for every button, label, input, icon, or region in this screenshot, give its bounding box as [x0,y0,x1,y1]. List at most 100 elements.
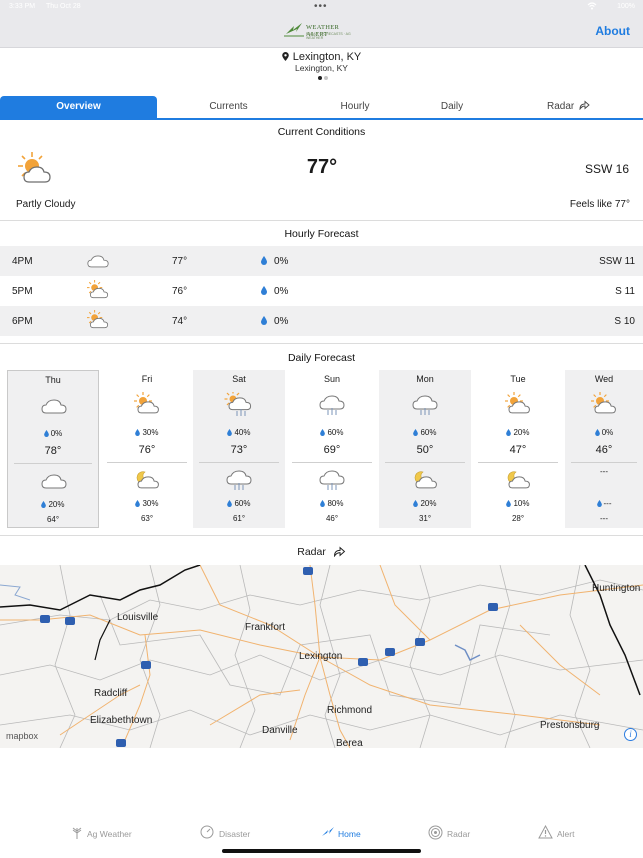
tab-overview[interactable]: Overview [0,96,157,118]
mapbox-attribution[interactable]: mapbox [6,731,38,741]
daily-column[interactable]: Fri 30% 76° 30% 63° [101,370,193,528]
location-subtitle: Lexington, KY [295,63,348,73]
partly-cloudy-day-icon [87,310,109,329]
daily-night-precip: 60% [234,499,251,508]
rain-cloud-icon [226,470,252,490]
multitask-dots[interactable]: ••• [314,1,328,12]
current-conditions-title: Current Conditions [277,126,366,138]
tab-bar-label: Radar [447,829,471,839]
night-icon-wrap [317,467,347,493]
info-icon[interactable]: i [624,728,637,741]
lightning-logo-icon [284,23,304,37]
hourly-forecast-title: Hourly Forecast [284,228,359,240]
day-icon-wrap [317,392,347,418]
app-logo: WEATHER ALERT RADAR · FORECASTS · AG WEA… [284,20,362,42]
hourly-row[interactable]: 4PM 77° 0% SSW 11 [0,246,643,276]
night-icon-wrap [224,467,254,493]
map-city-label: Danville [262,725,298,736]
daily-day-precip: 0% [50,429,63,438]
tab-bar-label: Disaster [219,829,251,839]
battery-level: 100% [617,3,635,10]
raindrop-icon [227,429,233,436]
daily-night-precip-row: 60% [193,499,285,508]
hourly-row[interactable]: 5PM 76° 0% S 11 [0,276,643,306]
divider [292,462,372,463]
hourly-wind: S 11 [615,286,635,297]
daily-night-precip-row: --- [565,499,643,508]
raindrop-icon [413,429,419,436]
wifi-icon [587,2,597,12]
home-indicator[interactable] [222,849,421,853]
daily-day-name: Sat [232,374,246,384]
night-icon-wrap [410,467,440,493]
status-time: 3:33 PM [9,3,36,10]
daily-column[interactable]: Mon 60% 50° 20% 31° [379,370,471,528]
about-button[interactable]: About [595,24,630,38]
rain-cloud-icon [319,470,345,490]
tab-radar[interactable]: Radar [494,96,643,118]
divider [0,220,643,221]
raindrop-icon [227,500,233,507]
cloud-icon [87,255,109,268]
daily-night-precip: 20% [48,500,65,509]
hourly-row[interactable]: 6PM 74° 0% S 10 [0,306,643,336]
tab-hourly[interactable]: Hourly [300,96,410,118]
hourly-icon-wrap [84,310,112,332]
daily-day-precip: 60% [327,428,344,437]
daily-day-precip: 0% [601,428,614,437]
raindrop-icon [506,500,512,507]
location-city: Lexington, KY [292,51,362,63]
daily-day-name: Fri [141,374,153,384]
tab-daily[interactable]: Daily [410,96,494,118]
map-city-label: Elizabethtown [90,715,153,726]
raindrop-icon [135,429,141,436]
day-icon-wrap [410,392,440,418]
segment-tabs: Overview Currents Hourly Daily Radar [0,96,643,120]
daily-night-precip-row: 20% [379,499,471,508]
raindrop-icon [320,500,326,507]
daily-column[interactable]: Sun 60% 69° 80% 46° [286,370,378,528]
daily-column[interactable]: Tue 20% 47° 10% 28° [472,370,564,528]
radar-map[interactable]: Louisville Frankfort Lexington Huntingto… [0,565,643,748]
hourly-time: 5PM [12,286,33,297]
tab-currents[interactable]: Currents [157,96,300,118]
daily-night-precip-row: 80% [286,499,378,508]
warning-icon [538,825,553,839]
raindrop-icon [43,430,49,437]
daily-low: 28° [511,514,525,523]
page-dot [324,76,328,80]
daily-night-precip-row: 30% [101,499,193,508]
partly-cloudy-day-icon [591,392,616,414]
raindrop-icon [261,286,267,295]
hourly-icon-wrap [84,280,112,302]
radar-title-row[interactable]: Radar [0,546,643,558]
daily-low: 64° [46,515,60,524]
hourly-precip: 0% [274,256,289,267]
daily-column[interactable]: Sat 40% 73° 60% 61° [193,370,285,528]
daily-column[interactable]: Wed 0% 46° --- --- --- [565,370,643,528]
map-city-label: Prestonsburg [540,720,600,731]
page-dot-active [318,76,322,80]
page-indicator[interactable] [318,76,328,80]
daily-high: 69° [323,444,341,456]
daily-night-precip: 30% [142,499,159,508]
day-icon-wrap [39,393,69,419]
hourly-icon-wrap [84,250,112,272]
map-city-label: Huntington [592,583,641,594]
raindrop-icon [261,256,267,265]
daily-day-precip-row: 20% [472,428,564,437]
cloud-icon [41,474,67,489]
map-city-label: Berea [336,738,363,748]
location-header[interactable]: Lexington, KY Lexington, KY [0,48,643,88]
daily-column[interactable]: Thu 0% 78° 20% 64° [7,370,99,528]
map-city-label: Lexington [299,651,343,662]
partly-cloudy-day-icon [505,392,530,414]
divider [107,462,187,463]
daily-low: 46° [325,514,339,523]
day-icon-wrap [224,390,254,418]
partly-cloudy-night-icon [414,471,437,489]
share-arrow-icon [333,546,345,558]
daily-night-precip: 20% [420,499,437,508]
tab-bar-label: Home [338,829,361,839]
partly-cloudy-night-icon [136,471,159,489]
